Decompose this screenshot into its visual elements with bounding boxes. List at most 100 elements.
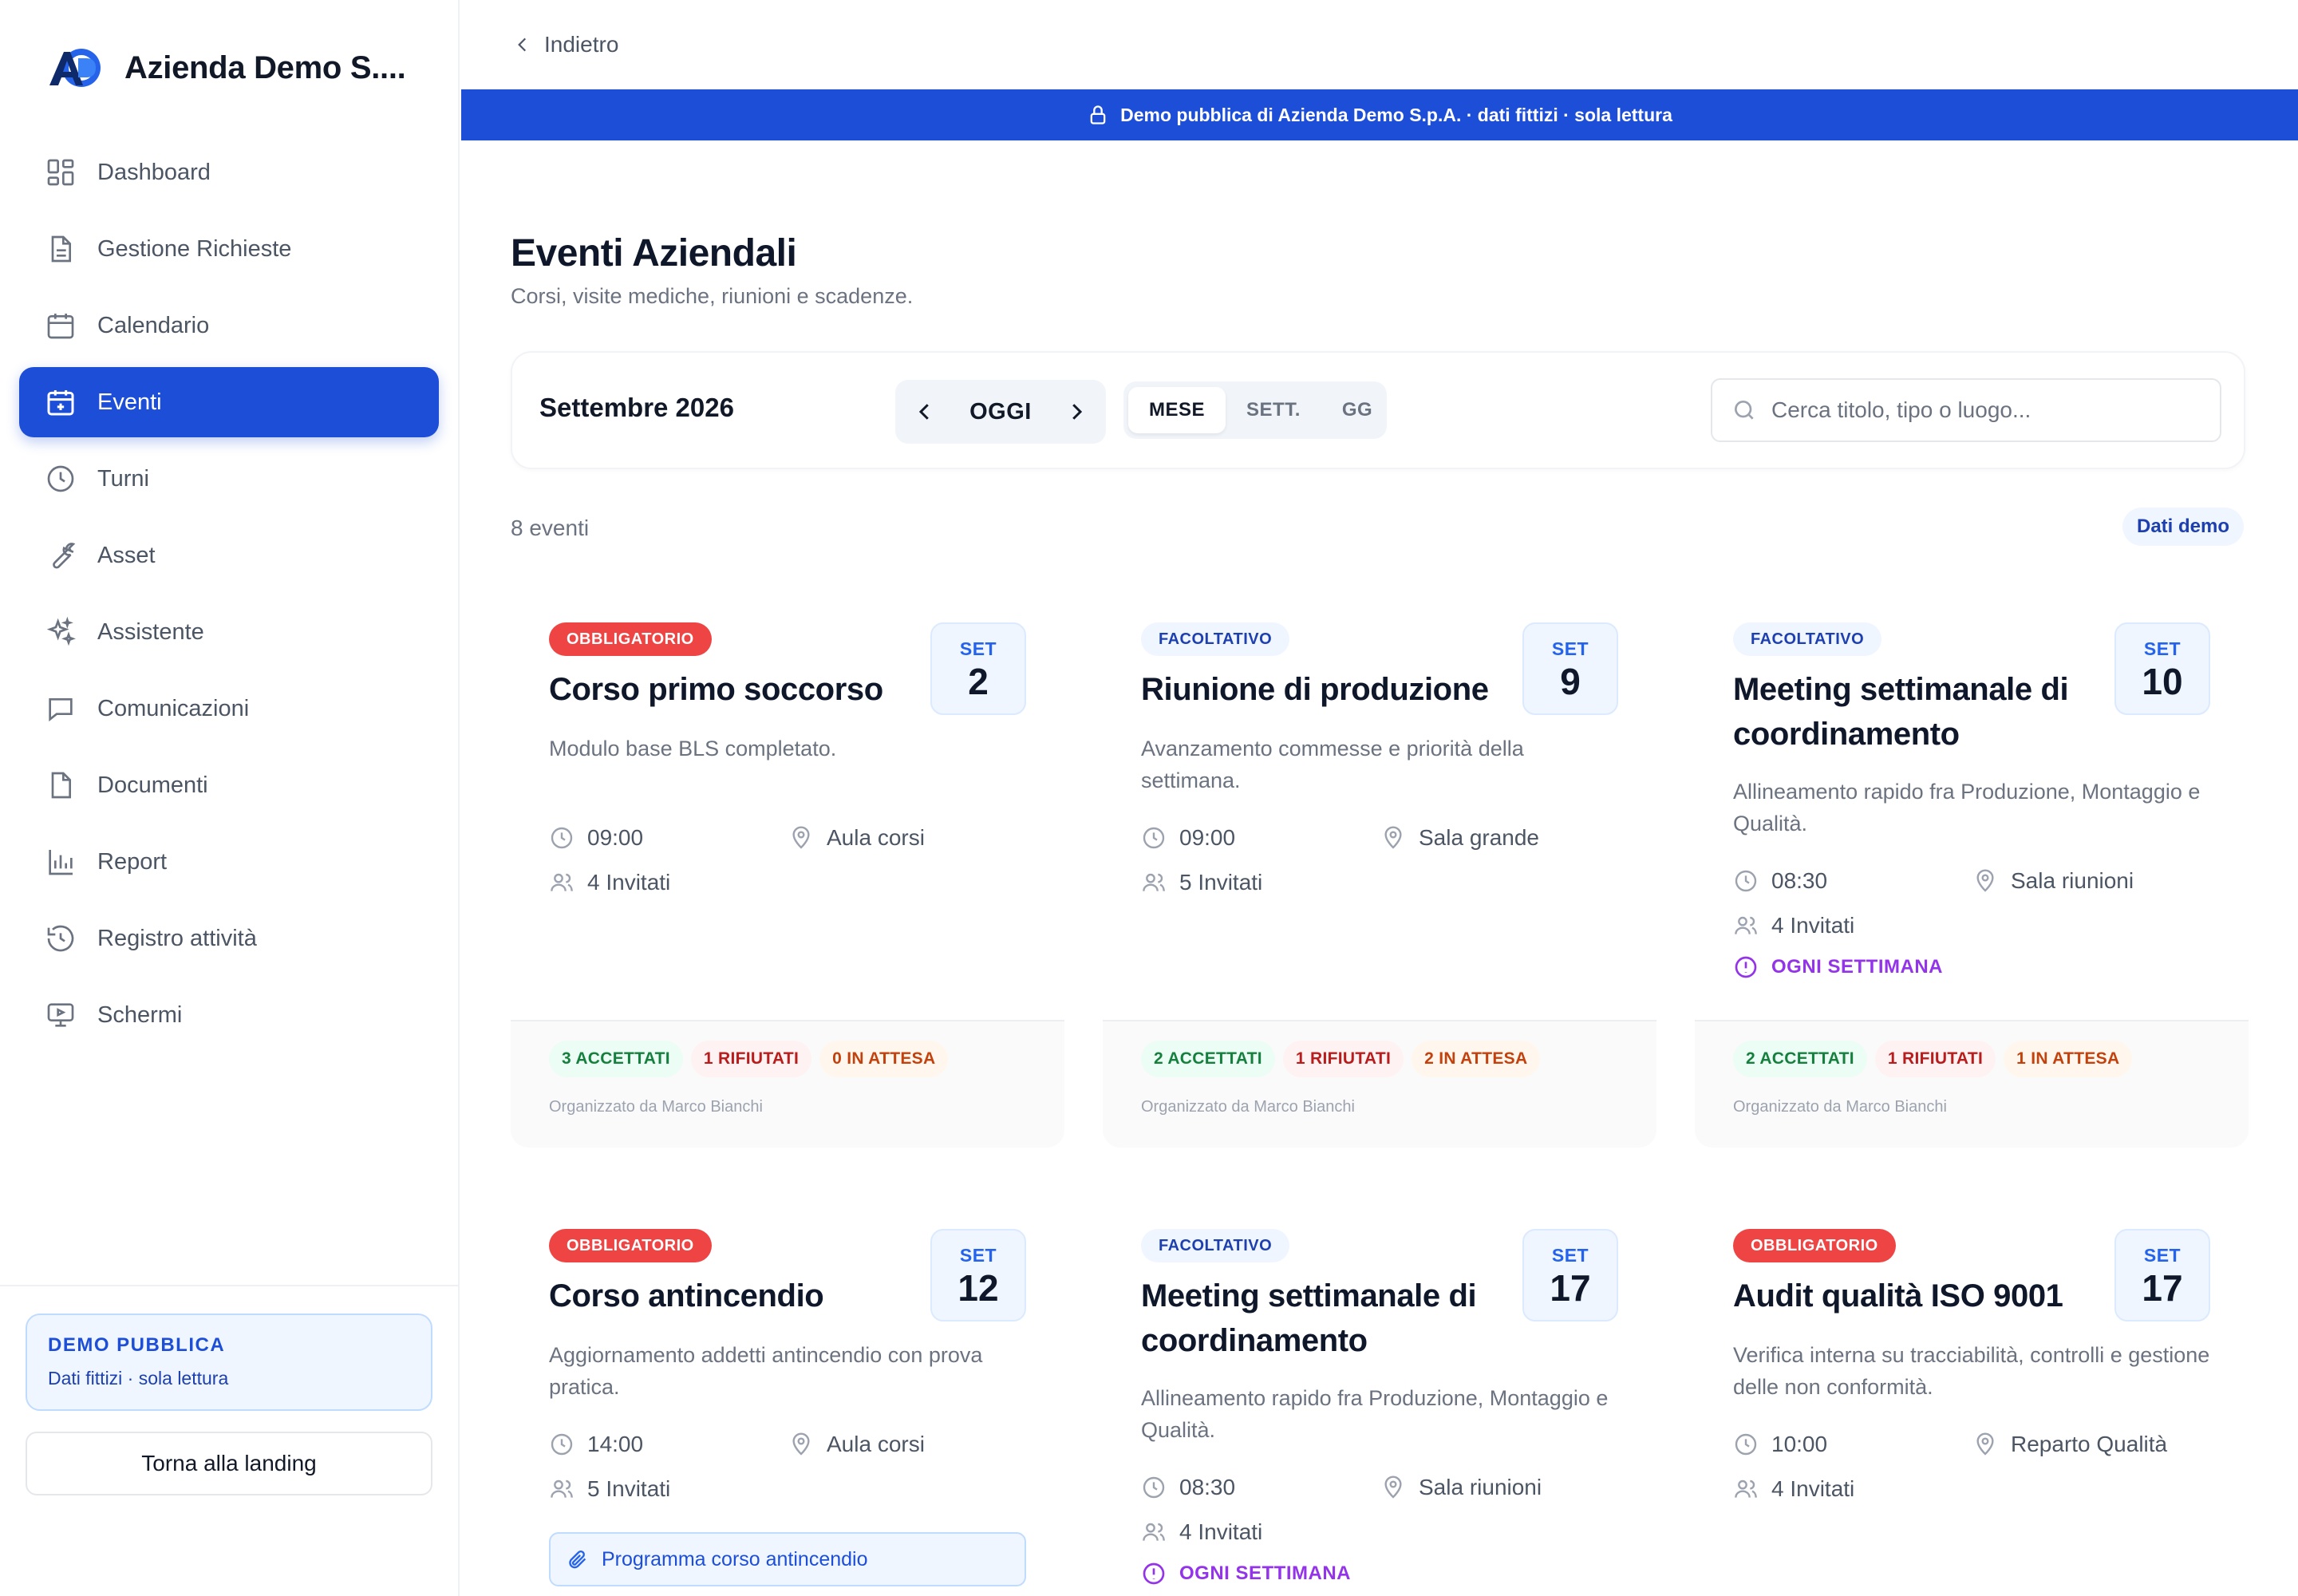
users-icon	[1735, 1479, 1757, 1498]
sidebar-item-turni[interactable]: Turni	[19, 444, 439, 514]
sidebar-item-label: Gestione Richieste	[97, 235, 292, 262]
sidebar-item-gestione-richieste[interactable]: Gestione Richieste	[19, 214, 439, 284]
sidebar-item-dashboard[interactable]: Dashboard	[19, 137, 439, 207]
event-card[interactable]: OBBLIGATORIO SET 12 Corso antincendio Ag…	[511, 1229, 1064, 1596]
users-icon	[1735, 916, 1757, 934]
sidebar-item-schermi[interactable]: Schermi	[19, 980, 439, 1050]
event-location: Reparto Qualità	[2011, 1432, 2168, 1456]
event-badge: FACOLTATIVO	[1733, 622, 1882, 656]
event-day: 2	[968, 660, 989, 702]
map-pin-icon	[792, 1432, 810, 1456]
company-logo-icon	[49, 49, 101, 87]
demo-data-badge: Dati demo	[2122, 508, 2245, 546]
clock-icon	[1735, 1433, 1757, 1456]
rsvp-accepted: 2 ACCETTATI	[1733, 1041, 1867, 1077]
event-badge: OBBLIGATORIO	[1733, 1229, 1896, 1262]
sidebar-item-report[interactable]: Report	[19, 827, 439, 897]
sidebar-item-registro-attivita[interactable]: Registro attività	[19, 903, 439, 974]
sidebar-item-label: Documenti	[97, 772, 208, 798]
event-recurrence-row: OGNI SETTIMANA	[1141, 1558, 1620, 1590]
event-card[interactable]: FACOLTATIVO SET 17 Meeting settimanale d…	[1103, 1229, 1656, 1596]
sidebar-item-comunicazioni[interactable]: Comunicazioni	[19, 674, 439, 744]
event-card[interactable]: FACOLTATIVO SET 10 Meeting settimanale d…	[1695, 622, 2249, 1148]
back-to-landing-button[interactable]: Torna alla landing	[26, 1432, 432, 1495]
search-box	[1711, 378, 2221, 442]
chat-icon	[49, 698, 73, 722]
event-day: 12	[958, 1266, 999, 1309]
paperclip-icon	[569, 1550, 586, 1569]
map-pin-icon	[1384, 826, 1402, 849]
map-pin-icon	[1976, 869, 1994, 892]
sidebar-item-label: Calendario	[97, 312, 210, 338]
event-card[interactable]: OBBLIGATORIO SET 2 Corso primo soccorso …	[511, 622, 1064, 1148]
demo-notice-subtitle: Dati fittizi · sola lettura	[48, 1368, 229, 1389]
event-badge: FACOLTATIVO	[1141, 1229, 1290, 1262]
rsvp-refused: 1 RIFIUTATI	[1282, 1041, 1404, 1077]
view-day-button[interactable]: GG	[1321, 387, 1393, 433]
event-card[interactable]: FACOLTATIVO SET 9 Riunione di produzione…	[1103, 622, 1656, 1148]
event-description: Avanzamento commesse e priorità della se…	[1141, 737, 1524, 792]
event-card[interactable]: OBBLIGATORIO SET 17 Audit qualità ISO 90…	[1695, 1229, 2249, 1596]
event-time: 14:00	[587, 1432, 644, 1456]
map-pin-icon	[1384, 1476, 1402, 1499]
event-date: SET 2	[930, 622, 1026, 715]
back-link[interactable]: Indietro	[544, 32, 618, 57]
event-month: SET	[1551, 638, 1589, 659]
alert-circle-icon	[1735, 956, 1757, 978]
chevron-left-icon[interactable]	[913, 400, 937, 424]
sidebar-item-label: Comunicazioni	[97, 695, 250, 721]
event-description: Allineamento rapido fra Produzione, Mont…	[1141, 1386, 1609, 1442]
event-count: 8 eventi	[511, 516, 590, 540]
event-description: Modulo base BLS completato.	[549, 737, 837, 760]
sidebar-item-assistente[interactable]: Assistente	[19, 597, 439, 667]
clock-icon	[47, 465, 74, 492]
view-month-button[interactable]: MESE	[1128, 387, 1226, 433]
event-meta-row: 10:00 Reparto Qualità	[1733, 1428, 2212, 1460]
sidebar-item-documenti[interactable]: Documenti	[19, 750, 439, 820]
event-invited-row: 4 Invitati	[1141, 1516, 1620, 1548]
event-location: Aula corsi	[827, 825, 925, 850]
event-invited: 4 Invitati	[1179, 1519, 1263, 1544]
event-time: 08:30	[1179, 1475, 1236, 1499]
rsvp-pending: 2 IN ATTESA	[1412, 1041, 1541, 1077]
lock-icon	[1090, 105, 1106, 124]
demo-banner: Demo pubblica di Azienda Demo S.p.A. · d…	[461, 89, 2298, 140]
clock-icon	[1143, 827, 1165, 849]
event-day: 9	[1560, 660, 1581, 702]
search-input[interactable]	[1771, 397, 2202, 423]
date-navigation: OGGI	[895, 380, 1106, 444]
sidebar-item-label: Asset	[97, 542, 156, 568]
topbar: Indietro	[461, 0, 2298, 89]
sidebar-item-label: Report	[97, 848, 168, 875]
demo-notice-title: DEMO PUBBLICA	[48, 1334, 226, 1356]
event-invited: 4 Invitati	[1771, 1476, 1855, 1501]
event-invited-row: 5 Invitati	[1141, 867, 1620, 899]
alert-circle-icon	[1143, 1562, 1165, 1585]
event-invited-row: 4 Invitati	[1733, 910, 2212, 942]
today-button[interactable]: OGGI	[969, 399, 1032, 425]
event-invited: 5 Invitati	[587, 1476, 671, 1501]
event-location: Aula corsi	[827, 1432, 925, 1456]
event-time: 09:00	[587, 825, 644, 850]
rsvp-summary: 3 ACCETTATI 1 RIFIUTATI 0 IN ATTESA	[549, 1041, 949, 1077]
sidebar-item-calendario[interactable]: Calendario	[19, 290, 439, 361]
sparkles-icon	[46, 616, 76, 646]
sidebar-item-asset[interactable]: Asset	[19, 520, 439, 591]
event-location: Sala riunioni	[1419, 1475, 1542, 1499]
clock-icon	[551, 1433, 573, 1456]
sidebar-item-eventi[interactable]: Eventi	[19, 367, 439, 437]
calendar-icon	[47, 314, 74, 339]
event-attachment[interactable]: Programma corso antincendio	[549, 1532, 1026, 1586]
chevron-right-icon[interactable]	[1064, 400, 1088, 424]
event-badge: FACOLTATIVO	[1141, 622, 1290, 656]
view-week-button[interactable]: SETT.	[1226, 387, 1321, 433]
sidebar-item-label: Dashboard	[97, 159, 211, 185]
sidebar-nav: Dashboard Gestione Richieste Calendario …	[19, 137, 439, 1057]
sidebar-item-label: Schermi	[97, 1001, 183, 1028]
event-invited-row: 4 Invitati	[1733, 1473, 2212, 1505]
clock-icon	[1735, 870, 1757, 892]
event-invited: 5 Invitati	[1179, 870, 1263, 895]
main-content: Indietro Demo pubblica di Azienda Demo S…	[461, 0, 2298, 1596]
chevron-left-icon[interactable]	[512, 34, 533, 55]
brand[interactable]: Azienda Demo S....	[46, 40, 406, 96]
